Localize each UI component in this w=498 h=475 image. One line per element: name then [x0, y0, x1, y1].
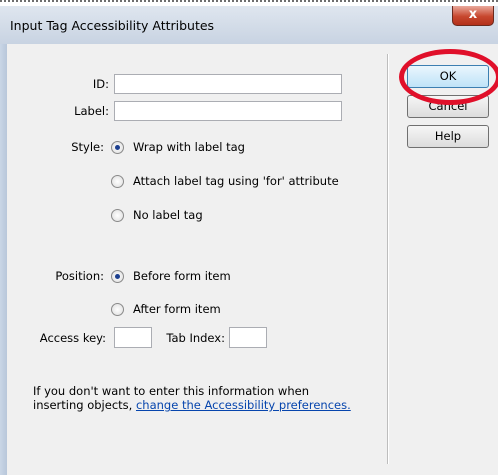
id-label: ID:: [92, 77, 109, 91]
position-option-before[interactable]: Before form item: [111, 269, 231, 283]
info-line-2: inserting objects, change the Accessibil…: [33, 398, 373, 412]
radio-no-label-tag[interactable]: [111, 208, 124, 222]
style-option-attach-for[interactable]: Attach label tag using 'for' attribute: [111, 174, 339, 188]
label-input[interactable]: [114, 101, 342, 121]
dialog-content: ID: Label: Style: Wrap with label tag At…: [7, 44, 498, 475]
radio-before-form-item[interactable]: [111, 269, 124, 283]
accessibility-preferences-link[interactable]: change the Accessibility preferences.: [136, 398, 351, 412]
close-button[interactable]: x: [452, 6, 494, 26]
position-option-label: Before form item: [133, 269, 231, 283]
style-option-wrap[interactable]: Wrap with label tag: [111, 140, 245, 154]
radio-after-form-item[interactable]: [111, 302, 124, 316]
vertical-divider: [387, 54, 389, 464]
style-label: Style:: [71, 140, 104, 154]
dialog-title: Input Tag Accessibility Attributes: [10, 18, 215, 33]
accessibility-info-text: If you don't want to enter this informat…: [33, 384, 373, 412]
position-label: Position:: [55, 269, 104, 283]
style-option-label: Wrap with label tag: [133, 140, 245, 154]
tab-index-input[interactable]: [229, 327, 267, 348]
dialog-window: Input Tag Accessibility Attributes x ID:…: [0, 6, 498, 475]
info-line-1: If you don't want to enter this informat…: [33, 384, 309, 398]
help-button[interactable]: Help: [407, 125, 489, 148]
style-option-label: No label tag: [133, 208, 203, 222]
id-input[interactable]: [114, 74, 342, 94]
position-option-after[interactable]: After form item: [111, 302, 221, 316]
access-key-input[interactable]: [114, 327, 152, 348]
position-option-label: After form item: [133, 302, 221, 316]
tab-index-label: Tab Index:: [166, 331, 225, 345]
radio-attach-label-for[interactable]: [111, 174, 124, 188]
style-option-no-label[interactable]: No label tag: [111, 208, 203, 222]
radio-wrap-with-label[interactable]: [111, 140, 124, 154]
label-label: Label:: [74, 104, 109, 118]
access-key-label: Access key:: [39, 331, 106, 345]
highlight-ring-annotation: [399, 49, 498, 105]
title-bar: Input Tag Accessibility Attributes x: [0, 6, 498, 45]
close-icon: x: [468, 7, 478, 22]
window-frame-left: [0, 44, 7, 475]
info-line-2-prefix: inserting objects,: [33, 398, 136, 412]
style-option-label: Attach label tag using 'for' attribute: [133, 174, 339, 188]
screenshot-top-edge: [0, 0, 498, 2]
